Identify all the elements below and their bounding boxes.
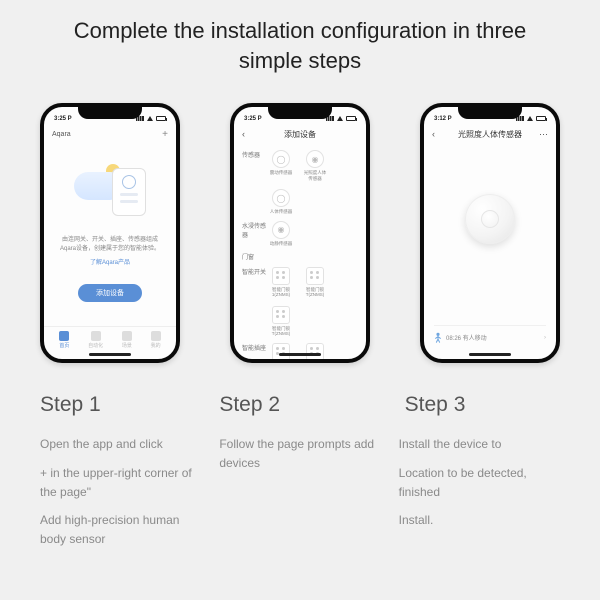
more-icon[interactable]: ⋯ [539, 129, 548, 140]
cat-label: 门窗 [242, 252, 268, 261]
screen-title: 添加设备 [284, 130, 316, 139]
switch-icon [272, 306, 290, 324]
battery-icon [156, 116, 166, 121]
switch-icon [272, 267, 290, 285]
steps-row: Step 1 Open the app and click + in the u… [20, 393, 580, 558]
nav-auto[interactable]: 自动化 [88, 331, 103, 349]
phone-3: 3:12 P ‹ 光照度人体传感器 ⋯ 08:26 有人移动 › [420, 103, 560, 363]
phone-col-1: 3:25 P Aqara + [24, 103, 196, 363]
step-title: Step 1 [40, 393, 201, 417]
notch-icon [458, 107, 522, 119]
nav-scene[interactable]: 场景 [122, 331, 132, 349]
onboard-text: 由连网关、开关、插座、传感器组成Aqara设备，创建属于您的智能体验。 [44, 236, 176, 253]
battery-icon [346, 116, 356, 121]
add-icon[interactable]: + [162, 129, 168, 140]
device-list: 传感器 ◯震动传感器 ◉光照度人体传感器 ◯人体传感器 水浸传感器 ◉动静传感器 [234, 144, 366, 363]
phone-col-2: 3:25 P ‹ 添加设备 传感器 ◯震动传感器 [214, 103, 386, 363]
category-switch: 智能开关 智能门锁1(ZNMS) 智能门锁T(ZNMS) 智能门锁T(ZNMS) [242, 267, 358, 337]
notch-icon [78, 107, 142, 119]
phone-col-3: 3:12 P ‹ 光照度人体传感器 ⋯ 08:26 有人移动 › [404, 103, 576, 363]
notch-icon [268, 107, 332, 119]
step-title: Step 3 [405, 393, 560, 417]
home-icon [59, 331, 69, 341]
phone-row: 3:25 P Aqara + [20, 103, 580, 363]
category-sensor: 传感器 ◯震动传感器 ◉光照度人体传感器 ◯人体传感器 [242, 150, 358, 214]
scene-icon [122, 331, 132, 341]
page-title: Complete the installation configuration … [50, 16, 550, 75]
screen-header: ‹ 添加设备 [234, 125, 366, 144]
status-time: 3:25 P [244, 116, 262, 122]
wifi-icon [527, 116, 533, 121]
sensor-icon: ◯ [272, 189, 290, 207]
person-icon [434, 332, 442, 343]
activity-log[interactable]: 08:26 有人移动 › [434, 325, 546, 343]
status-time: 3:12 P [434, 116, 452, 122]
cat-label: 传感器 [242, 150, 268, 214]
log-text: 08:26 有人移动 [446, 333, 487, 342]
status-time: 3:25 P [54, 116, 72, 122]
chevron-right-icon: › [544, 335, 546, 341]
home-indicator-icon [279, 353, 321, 356]
onboard-illustration [70, 164, 150, 224]
device-card-icon [112, 168, 146, 216]
category-door: 门窗 [242, 252, 358, 261]
bottom-nav: 首页 自动化 场景 我的 [44, 326, 176, 349]
plug-icon [306, 343, 324, 361]
battery-icon [536, 116, 546, 121]
device-item[interactable]: 智能门锁T(ZNMS) [302, 267, 328, 298]
step-text: Install the device to Location to be det… [399, 435, 560, 529]
step-3: Step 3 Install the device to Location to… [399, 393, 560, 558]
device-item[interactable]: ◉动静传感器 [268, 221, 294, 246]
screen-title: 光照度人体传感器 [458, 130, 522, 139]
user-icon [151, 331, 161, 341]
cat-label: 智能开关 [242, 267, 268, 337]
home-indicator-icon [89, 353, 131, 356]
step-1: Step 1 Open the app and click + in the u… [40, 393, 201, 558]
switch-icon [306, 267, 324, 285]
step-title: Step 2 [219, 393, 380, 417]
step-2: Step 2 Follow the page prompts add devic… [219, 393, 380, 558]
category-safety: 水浸传感器 ◉动静传感器 [242, 221, 358, 246]
page: Complete the installation configuration … [0, 0, 600, 578]
device-item[interactable]: 智能门锁1(ZNMS) [268, 267, 294, 298]
add-device-button[interactable]: 添加设备 [78, 284, 142, 302]
sensor-icon: ◉ [306, 150, 324, 168]
phone-1: 3:25 P Aqara + [40, 103, 180, 363]
app-header: Aqara + [44, 125, 176, 144]
device-item[interactable]: ◯震动传感器 [268, 150, 294, 181]
brand-label: Aqara [52, 131, 71, 138]
nav-home[interactable]: 首页 [59, 331, 69, 349]
sensor-icon: ◯ [272, 150, 290, 168]
wifi-icon [337, 116, 343, 121]
status-icons [516, 116, 546, 121]
back-icon[interactable]: ‹ [242, 129, 245, 139]
step-text: Open the app and click + in the upper-ri… [40, 435, 201, 548]
plug-icon [272, 343, 290, 361]
back-icon[interactable]: ‹ [432, 129, 435, 139]
status-icons [136, 116, 166, 121]
phone-2: 3:25 P ‹ 添加设备 传感器 ◯震动传感器 [230, 103, 370, 363]
nav-me[interactable]: 我的 [151, 331, 161, 349]
cat-label: 水浸传感器 [242, 221, 268, 246]
auto-icon [91, 331, 101, 341]
device-visual [465, 194, 515, 244]
device-item[interactable]: ◉光照度人体传感器 [302, 150, 328, 181]
step-text: Follow the page prompts add devices [219, 435, 380, 472]
home-indicator-icon [469, 353, 511, 356]
status-icons [326, 116, 356, 121]
wifi-icon [147, 116, 153, 121]
cat-label: 智能插座 [242, 343, 268, 364]
device-item[interactable]: 智能门锁T(ZNMS) [268, 306, 294, 337]
sensor-icon: ◉ [272, 221, 290, 239]
screen-header: ‹ 光照度人体传感器 ⋯ [424, 125, 556, 144]
learn-more-link[interactable]: 了解Aqara产品 [44, 257, 176, 266]
device-item[interactable]: ◯人体传感器 [268, 189, 294, 214]
